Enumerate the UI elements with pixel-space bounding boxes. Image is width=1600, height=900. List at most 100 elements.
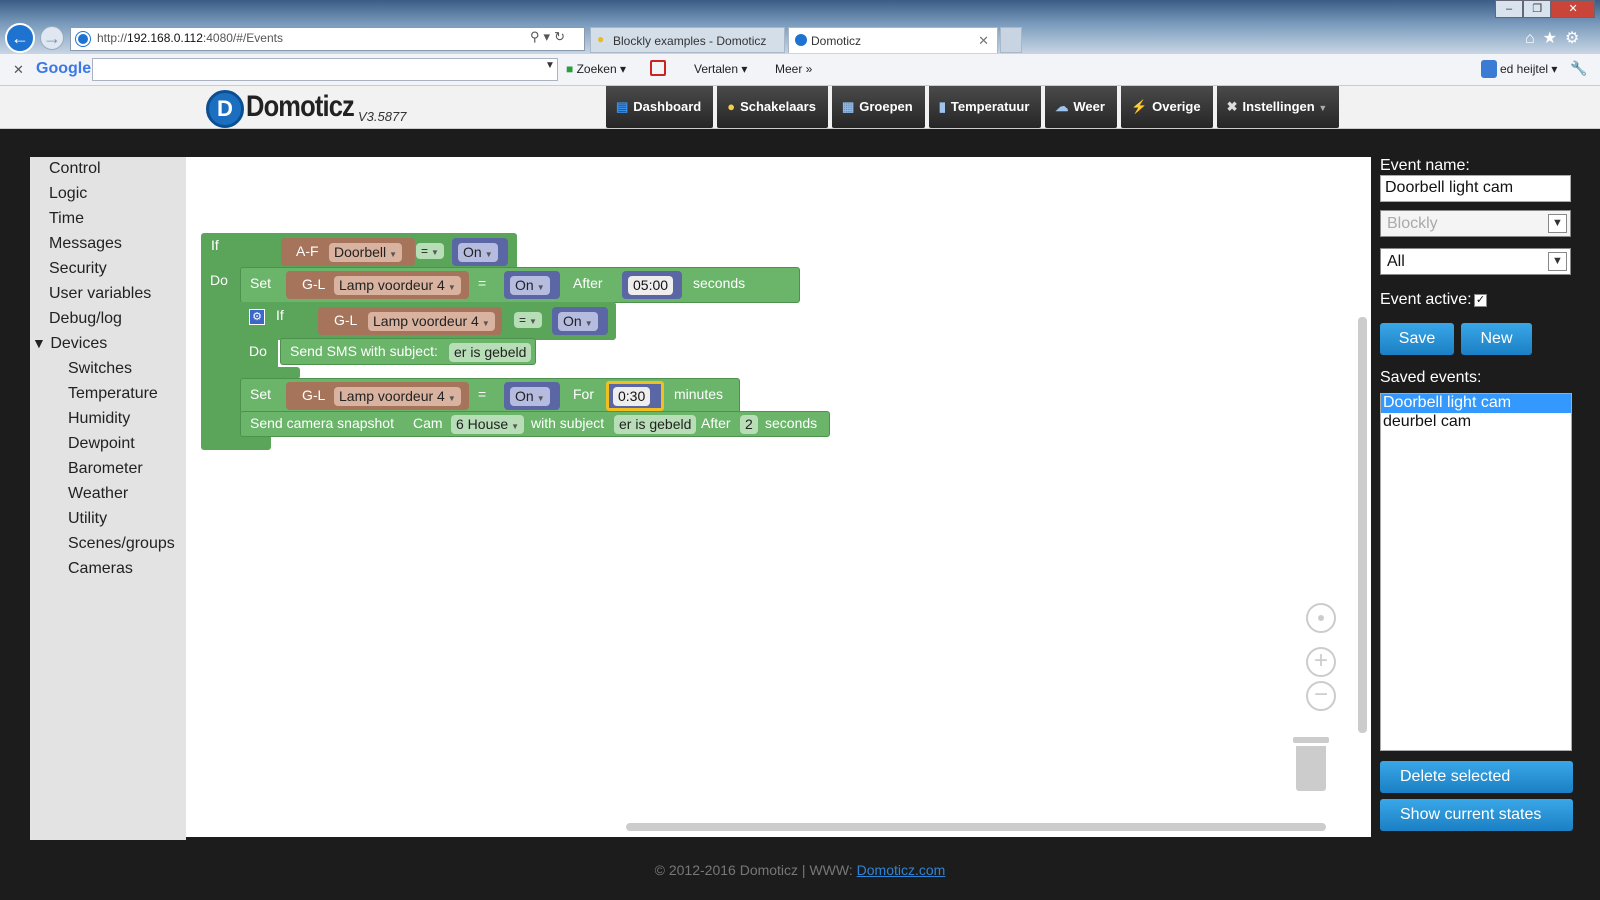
toolbox-cameras[interactable]: Cameras <box>68 560 133 578</box>
google-search-input[interactable] <box>92 58 558 81</box>
footer-text: © 2012-2016 Domoticz | WWW: <box>654 862 857 878</box>
chevron-down-icon[interactable]: ▼ <box>545 60 555 71</box>
time-input[interactable]: 05:00 <box>628 276 674 295</box>
gear-icon[interactable]: ⚙ <box>249 309 265 325</box>
trigger-select[interactable]: All ▼ <box>1380 248 1571 275</box>
meer-button[interactable]: Meer » <box>775 62 812 76</box>
zoom-in-icon[interactable]: + <box>1306 647 1336 677</box>
wrench-icon[interactable]: 🔧 <box>1570 60 1587 77</box>
list-item[interactable]: Doorbell light cam <box>1381 394 1571 413</box>
nav-temperatuur[interactable]: ▮ Temperatuur <box>928 86 1042 128</box>
toolbox-logic[interactable]: Logic <box>49 185 87 203</box>
zoeken-button[interactable]: ■ Zoeken ▾ <box>566 62 626 76</box>
compare-dropdown[interactable]: = ▼ <box>416 243 444 259</box>
tab-domoticz[interactable]: Domoticz ✕ <box>788 27 998 53</box>
refresh-icon[interactable]: ↻ <box>554 29 569 44</box>
user-menu[interactable]: ed heijtel ▾ <box>1480 62 1557 76</box>
minutes-label: minutes <box>674 386 724 402</box>
toolbox-switches[interactable]: Switches <box>68 360 132 378</box>
tab-blockly-examples[interactable]: ● Blockly examples - Domoticz <box>590 27 785 53</box>
toolbox-control[interactable]: Control <box>49 160 101 178</box>
device-dropdown[interactable]: Lamp voordeur 4 ▼ <box>368 312 495 331</box>
settings-icon: ✖ <box>1226 99 1238 114</box>
state-dropdown[interactable]: On ▼ <box>510 387 550 406</box>
favorites-star-icon[interactable]: ★ <box>1543 30 1565 47</box>
nav-overige[interactable]: ⚡ Overige <box>1120 86 1213 128</box>
toolbox-security[interactable]: Security <box>49 260 107 278</box>
url-prefix: http:// <box>97 31 128 45</box>
url-path: :4080/#/Events <box>202 31 283 45</box>
new-button[interactable]: New <box>1461 323 1532 355</box>
search-icon[interactable]: ⚲ <box>530 29 544 44</box>
saved-events-list[interactable]: Doorbell light cam deurbel cam <box>1380 393 1572 751</box>
triangle-down-icon: ▼ <box>32 335 46 351</box>
camera-dropdown[interactable]: 6 House ▼ <box>451 415 525 434</box>
after-label: After <box>573 275 603 291</box>
nav-groepen[interactable]: ▦ Groepen <box>831 86 925 128</box>
toolbox-weather[interactable]: Weather <box>68 485 128 503</box>
list-item[interactable]: deurbel cam <box>1381 413 1571 432</box>
gear-icon[interactable]: ⚙ <box>1565 30 1587 47</box>
time-input[interactable]: 0:30 <box>613 387 651 406</box>
device-dropdown[interactable]: Doorbell ▼ <box>329 243 403 262</box>
blockly-workspace[interactable]: If Do A-F Doorbell ▼ = ▼ On ▼ Set G-L Lamp … <box>186 157 1371 837</box>
toolbox-user-variables[interactable]: User variables <box>49 285 151 303</box>
sms-subject-input[interactable]: er is gebeld <box>449 343 532 362</box>
state-dropdown[interactable]: On ▼ <box>510 276 550 295</box>
toolbox-messages[interactable]: Messages <box>49 235 122 253</box>
state-dropdown[interactable]: On ▼ <box>558 312 598 331</box>
domoticz-link[interactable]: Domoticz.com <box>857 862 946 878</box>
nav-schakelaars[interactable]: ● Schakelaars <box>717 86 828 128</box>
delete-selected-button[interactable]: Delete selected <box>1380 761 1573 793</box>
state-dropdown[interactable]: On ▼ <box>458 243 498 262</box>
new-tab-button[interactable] <box>1000 27 1022 53</box>
logo-text: Domoticz <box>246 90 355 123</box>
main-nav: ▤ Dashboard ● Schakelaars ▦ Groepen ▮ Temper… <box>606 86 1340 128</box>
home-icon[interactable]: ⌂ <box>1525 30 1543 47</box>
weather-icon: ☁ <box>1055 99 1069 114</box>
trash-icon[interactable] <box>1293 737 1329 791</box>
address-bar[interactable]: http://192.168.0.112:4080/#/Events <box>70 27 585 51</box>
toolbox-dewpoint[interactable]: Dewpoint <box>68 435 135 453</box>
toolbox-temperature[interactable]: Temperature <box>68 385 158 403</box>
forward-button[interactable]: → <box>40 26 64 50</box>
nav-instellingen[interactable]: ✖ Instellingen ▼ <box>1216 86 1340 128</box>
close-icon[interactable]: ✕ <box>13 62 24 78</box>
equals-label: = <box>478 275 487 291</box>
lightbulb-icon: ● <box>597 32 605 46</box>
toolbox-humidity[interactable]: Humidity <box>68 410 130 428</box>
address-actions[interactable]: ⚲▾↻ <box>530 29 569 45</box>
device-dropdown[interactable]: Lamp voordeur 4 ▼ <box>334 276 461 295</box>
close-icon[interactable]: ✕ <box>978 33 989 49</box>
event-name-input[interactable]: Doorbell light cam <box>1380 175 1571 202</box>
zoom-out-icon[interactable]: − <box>1306 681 1336 711</box>
snapshot-subject-input[interactable]: er is gebeld <box>614 415 697 434</box>
save-button[interactable]: Save <box>1380 323 1454 355</box>
interpreter-select[interactable]: Blockly ▼ <box>1380 210 1571 237</box>
back-button[interactable]: ← <box>5 23 35 53</box>
toolbox-barometer[interactable]: Barometer <box>68 460 143 478</box>
show-current-states-button[interactable]: Show current states <box>1380 799 1573 831</box>
saved-events-label: Saved events: <box>1380 369 1482 386</box>
event-active-checkbox[interactable]: ✓ <box>1474 294 1487 307</box>
toolbox-devices[interactable]: ▼ Devices <box>32 335 107 353</box>
toolbox-scenes-groups[interactable]: Scenes/groups <box>68 535 175 553</box>
minimize-button[interactable]: – <box>1495 0 1524 18</box>
toolbox-utility[interactable]: Utility <box>68 510 107 528</box>
toolbox-debug-log[interactable]: Debug/log <box>49 310 122 328</box>
vertical-scrollbar[interactable] <box>1358 317 1367 733</box>
device-dropdown[interactable]: Lamp voordeur 4 ▼ <box>334 387 461 406</box>
window-close-button[interactable]: ✕ <box>1551 0 1595 18</box>
compare-dropdown[interactable]: = ▼ <box>514 312 542 328</box>
chevron-down-icon[interactable]: ▾ <box>544 29 555 44</box>
nav-dashboard[interactable]: ▤ Dashboard <box>606 86 714 128</box>
nav-weer[interactable]: ☁ Weer <box>1045 86 1117 128</box>
event-name-label: Event name: <box>1380 157 1470 174</box>
popup-blocker-icon[interactable] <box>650 60 666 76</box>
vertalen-button[interactable]: Vertalen ▾ <box>694 62 747 76</box>
maximize-button[interactable]: ❐ <box>1523 0 1552 18</box>
delay-input[interactable]: 2 <box>740 415 758 434</box>
horizontal-scrollbar[interactable] <box>626 823 1326 831</box>
recenter-icon[interactable] <box>1306 603 1336 633</box>
toolbox-time[interactable]: Time <box>49 210 84 228</box>
